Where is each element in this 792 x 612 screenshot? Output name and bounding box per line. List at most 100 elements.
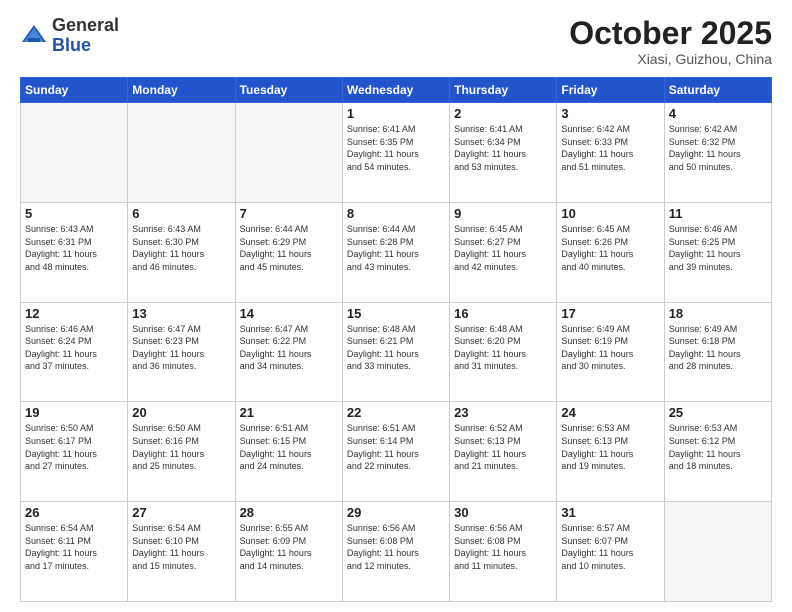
calendar-cell	[664, 502, 771, 602]
day-number: 28	[240, 505, 338, 520]
day-number: 25	[669, 405, 767, 420]
day-info: Sunrise: 6:49 AM Sunset: 6:19 PM Dayligh…	[561, 323, 659, 373]
calendar-cell: 17 Sunrise: 6:49 AM Sunset: 6:19 PM Dayli…	[557, 302, 664, 402]
calendar-cell	[21, 103, 128, 203]
calendar-header-row: SundayMondayTuesdayWednesdayThursdayFrid…	[21, 78, 772, 103]
calendar-cell	[128, 103, 235, 203]
day-info: Sunrise: 6:51 AM Sunset: 6:14 PM Dayligh…	[347, 422, 445, 472]
calendar-cell: 8 Sunrise: 6:44 AM Sunset: 6:28 PM Daylig…	[342, 202, 449, 302]
day-info: Sunrise: 6:48 AM Sunset: 6:20 PM Dayligh…	[454, 323, 552, 373]
day-info: Sunrise: 6:54 AM Sunset: 6:11 PM Dayligh…	[25, 522, 123, 572]
day-number: 30	[454, 505, 552, 520]
logo-blue-text: Blue	[52, 35, 91, 55]
calendar-cell: 10 Sunrise: 6:45 AM Sunset: 6:26 PM Dayli…	[557, 202, 664, 302]
day-number: 14	[240, 306, 338, 321]
day-number: 22	[347, 405, 445, 420]
calendar-cell: 29 Sunrise: 6:56 AM Sunset: 6:08 PM Dayli…	[342, 502, 449, 602]
day-number: 7	[240, 206, 338, 221]
day-info: Sunrise: 6:44 AM Sunset: 6:29 PM Dayligh…	[240, 223, 338, 273]
calendar-cell: 19Sunrise: 6:50 AM Sunset: 6:17 PM Dayli…	[21, 402, 128, 502]
calendar-cell: 27 Sunrise: 6:54 AM Sunset: 6:10 PM Dayli…	[128, 502, 235, 602]
day-info: Sunrise: 6:41 AM Sunset: 6:35 PM Dayligh…	[347, 123, 445, 173]
calendar-cell	[235, 103, 342, 203]
calendar-cell: 28 Sunrise: 6:55 AM Sunset: 6:09 PM Dayli…	[235, 502, 342, 602]
day-number: 21	[240, 405, 338, 420]
calendar-cell: 20 Sunrise: 6:50 AM Sunset: 6:16 PM Dayli…	[128, 402, 235, 502]
logo-text: General Blue	[52, 16, 119, 56]
logo: General Blue	[20, 16, 119, 56]
day-number: 11	[669, 206, 767, 221]
day-number: 2	[454, 106, 552, 121]
day-info: Sunrise: 6:54 AM Sunset: 6:10 PM Dayligh…	[132, 522, 230, 572]
calendar-cell: 3Sunrise: 6:42 AM Sunset: 6:33 PM Daylig…	[557, 103, 664, 203]
calendar-header-friday: Friday	[557, 78, 664, 103]
day-number: 19	[25, 405, 123, 420]
day-number: 20	[132, 405, 230, 420]
day-number: 18	[669, 306, 767, 321]
calendar-cell: 25Sunrise: 6:53 AM Sunset: 6:12 PM Dayli…	[664, 402, 771, 502]
day-info: Sunrise: 6:45 AM Sunset: 6:26 PM Dayligh…	[561, 223, 659, 273]
day-number: 31	[561, 505, 659, 520]
day-info: Sunrise: 6:56 AM Sunset: 6:08 PM Dayligh…	[454, 522, 552, 572]
page: General Blue October 2025 Xiasi, Guizhou…	[0, 0, 792, 612]
day-info: Sunrise: 6:55 AM Sunset: 6:09 PM Dayligh…	[240, 522, 338, 572]
calendar-header-tuesday: Tuesday	[235, 78, 342, 103]
day-info: Sunrise: 6:44 AM Sunset: 6:28 PM Dayligh…	[347, 223, 445, 273]
calendar-week-1: 1 Sunrise: 6:41 AM Sunset: 6:35 PM Daylig…	[21, 103, 772, 203]
calendar-cell: 31 Sunrise: 6:57 AM Sunset: 6:07 PM Dayli…	[557, 502, 664, 602]
day-info: Sunrise: 6:48 AM Sunset: 6:21 PM Dayligh…	[347, 323, 445, 373]
calendar-header-thursday: Thursday	[450, 78, 557, 103]
calendar-header-saturday: Saturday	[664, 78, 771, 103]
day-number: 24	[561, 405, 659, 420]
calendar-cell: 9 Sunrise: 6:45 AM Sunset: 6:27 PM Daylig…	[450, 202, 557, 302]
calendar-cell: 6 Sunrise: 6:43 AM Sunset: 6:30 PM Daylig…	[128, 202, 235, 302]
calendar-week-3: 12 Sunrise: 6:46 AM Sunset: 6:24 PM Dayli…	[21, 302, 772, 402]
calendar-cell: 2Sunrise: 6:41 AM Sunset: 6:34 PM Daylig…	[450, 103, 557, 203]
day-number: 27	[132, 505, 230, 520]
day-info: Sunrise: 6:50 AM Sunset: 6:16 PM Dayligh…	[132, 422, 230, 472]
day-info: Sunrise: 6:56 AM Sunset: 6:08 PM Dayligh…	[347, 522, 445, 572]
calendar-cell: 5Sunrise: 6:43 AM Sunset: 6:31 PM Daylig…	[21, 202, 128, 302]
day-info: Sunrise: 6:52 AM Sunset: 6:13 PM Dayligh…	[454, 422, 552, 472]
day-info: Sunrise: 6:47 AM Sunset: 6:22 PM Dayligh…	[240, 323, 338, 373]
day-number: 12	[25, 306, 123, 321]
logo-general-text: General	[52, 15, 119, 35]
calendar-cell: 22 Sunrise: 6:51 AM Sunset: 6:14 PM Dayli…	[342, 402, 449, 502]
day-number: 23	[454, 405, 552, 420]
day-info: Sunrise: 6:57 AM Sunset: 6:07 PM Dayligh…	[561, 522, 659, 572]
day-info: Sunrise: 6:45 AM Sunset: 6:27 PM Dayligh…	[454, 223, 552, 273]
calendar-header-wednesday: Wednesday	[342, 78, 449, 103]
day-number: 15	[347, 306, 445, 321]
day-number: 29	[347, 505, 445, 520]
day-number: 8	[347, 206, 445, 221]
day-info: Sunrise: 6:42 AM Sunset: 6:32 PM Dayligh…	[669, 123, 767, 173]
day-number: 6	[132, 206, 230, 221]
day-number: 13	[132, 306, 230, 321]
calendar-cell: 30 Sunrise: 6:56 AM Sunset: 6:08 PM Dayli…	[450, 502, 557, 602]
calendar-cell: 18 Sunrise: 6:49 AM Sunset: 6:18 PM Dayli…	[664, 302, 771, 402]
title-block: October 2025 Xiasi, Guizhou, China	[569, 16, 772, 67]
day-number: 26	[25, 505, 123, 520]
calendar-cell: 24 Sunrise: 6:53 AM Sunset: 6:13 PM Dayli…	[557, 402, 664, 502]
calendar-cell: 23 Sunrise: 6:52 AM Sunset: 6:13 PM Dayli…	[450, 402, 557, 502]
day-info: Sunrise: 6:46 AM Sunset: 6:25 PM Dayligh…	[669, 223, 767, 273]
calendar-table: SundayMondayTuesdayWednesdayThursdayFrid…	[20, 77, 772, 602]
month-title: October 2025	[569, 16, 772, 51]
day-info: Sunrise: 6:51 AM Sunset: 6:15 PM Dayligh…	[240, 422, 338, 472]
location: Xiasi, Guizhou, China	[569, 51, 772, 67]
day-number: 1	[347, 106, 445, 121]
calendar-header-sunday: Sunday	[21, 78, 128, 103]
day-number: 10	[561, 206, 659, 221]
day-info: Sunrise: 6:49 AM Sunset: 6:18 PM Dayligh…	[669, 323, 767, 373]
day-info: Sunrise: 6:43 AM Sunset: 6:30 PM Dayligh…	[132, 223, 230, 273]
calendar-cell: 7 Sunrise: 6:44 AM Sunset: 6:29 PM Daylig…	[235, 202, 342, 302]
day-info: Sunrise: 6:46 AM Sunset: 6:24 PM Dayligh…	[25, 323, 123, 373]
day-number: 9	[454, 206, 552, 221]
day-number: 3	[561, 106, 659, 121]
day-info: Sunrise: 6:53 AM Sunset: 6:13 PM Dayligh…	[561, 422, 659, 472]
calendar-cell: 15 Sunrise: 6:48 AM Sunset: 6:21 PM Dayli…	[342, 302, 449, 402]
calendar-header-monday: Monday	[128, 78, 235, 103]
day-number: 17	[561, 306, 659, 321]
calendar-week-4: 19Sunrise: 6:50 AM Sunset: 6:17 PM Dayli…	[21, 402, 772, 502]
calendar-cell: 21 Sunrise: 6:51 AM Sunset: 6:15 PM Dayli…	[235, 402, 342, 502]
